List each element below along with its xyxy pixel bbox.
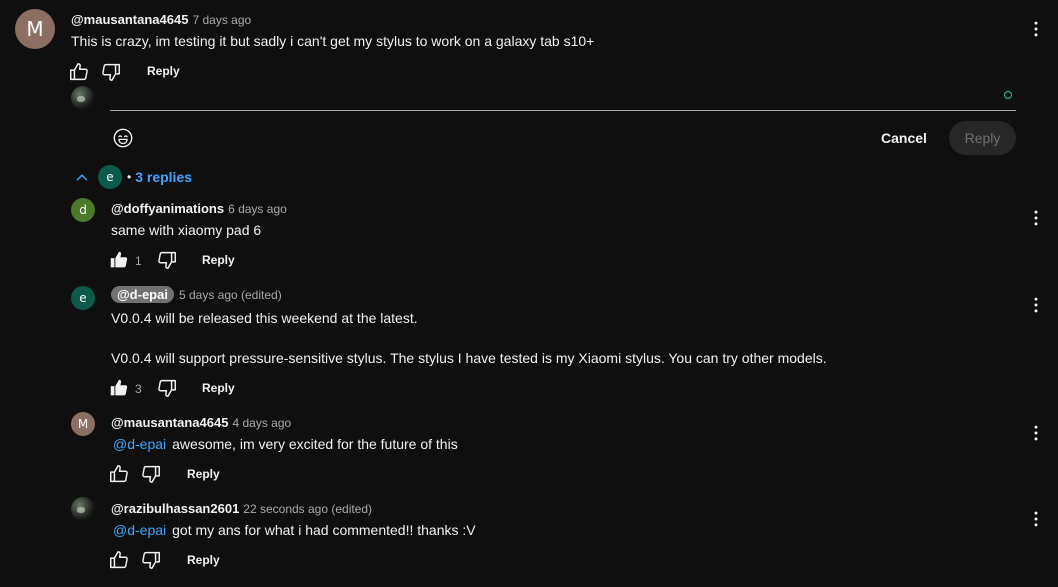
cancel-button[interactable]: Cancel	[867, 121, 941, 155]
submit-reply-button[interactable]: Reply	[949, 121, 1016, 155]
bullet: •	[127, 170, 132, 184]
comment-time[interactable]: 4 days ago	[232, 416, 291, 430]
like-button[interactable]	[107, 248, 131, 272]
comment-text-line: V0.0.4 will be released this weekend at …	[111, 310, 418, 326]
comment-header: @d-epai 5 days ago (edited)	[111, 286, 282, 304]
thumbs-down-icon	[100, 61, 122, 83]
thumbs-down-icon	[140, 549, 162, 571]
comment-time[interactable]: 7 days ago	[192, 13, 251, 27]
comment-time[interactable]: 5 days ago (edited)	[179, 288, 282, 302]
comment-header: @mausantana4645 4 days ago	[111, 414, 291, 432]
like-button[interactable]	[107, 462, 131, 486]
reply-button[interactable]: Reply	[187, 467, 220, 481]
creator-handle-badge[interactable]: @d-epai	[111, 286, 174, 303]
thumbs-up-icon	[108, 249, 130, 271]
comment-menu-button[interactable]	[1024, 421, 1048, 445]
replies-count-label[interactable]: 3 replies	[135, 169, 192, 185]
like-count: 3	[135, 382, 142, 396]
input-status-dot	[1004, 91, 1012, 99]
like-button[interactable]	[67, 60, 91, 84]
avatar[interactable]	[71, 497, 95, 521]
comment-time[interactable]: 22 seconds ago (edited)	[243, 502, 372, 516]
emoji-icon	[113, 128, 133, 148]
avatar[interactable]: M	[15, 9, 55, 49]
dislike-button[interactable]	[155, 376, 179, 400]
emoji-button[interactable]	[111, 126, 135, 150]
thumbs-down-icon	[156, 249, 178, 271]
thumbs-up-icon	[108, 549, 130, 571]
kebab-menu-icon	[1026, 19, 1046, 39]
comment-header: @doffyanimations 6 days ago	[111, 200, 287, 218]
comment-menu-button[interactable]	[1024, 206, 1048, 230]
current-user-avatar	[71, 86, 95, 110]
comment-menu-button[interactable]	[1024, 507, 1048, 531]
dislike-button[interactable]	[99, 60, 123, 84]
like-count: 1	[135, 254, 142, 268]
reply-input[interactable]	[110, 86, 1016, 111]
mention-link[interactable]: @d-epai	[113, 436, 166, 452]
thumbs-down-icon	[156, 377, 178, 399]
reply-button[interactable]: Reply	[202, 381, 235, 395]
reply-button[interactable]: Reply	[202, 253, 235, 267]
author-handle[interactable]: @razibulhassan2601	[111, 501, 239, 516]
comment-body: awesome, im very excited for the future …	[172, 436, 458, 452]
comment-menu-button[interactable]	[1024, 17, 1048, 41]
creator-avatar: e	[98, 165, 122, 189]
dislike-button[interactable]	[155, 248, 179, 272]
reply-button[interactable]: Reply	[187, 553, 220, 567]
comment-text-line: V0.0.4 will support pressure-sensitive s…	[111, 350, 827, 366]
kebab-menu-icon	[1026, 295, 1046, 315]
author-handle[interactable]: @mausantana4645	[111, 415, 228, 430]
like-button[interactable]	[107, 548, 131, 572]
thumbs-up-icon	[108, 463, 130, 485]
comment-text: @d-epai got my ans for what i had comment…	[113, 522, 476, 538]
comment-header: @mausantana4645 7 days ago	[71, 11, 251, 29]
dislike-button[interactable]	[139, 462, 163, 486]
replies-toggle[interactable]: e • 3 replies	[70, 165, 192, 189]
chevron-up-icon	[76, 174, 88, 181]
thumbs-up-icon	[68, 61, 90, 83]
thumbs-down-icon	[140, 463, 162, 485]
reply-button[interactable]: Reply	[147, 64, 180, 78]
comment-text: same with xiaomy pad 6	[111, 222, 262, 238]
comment-header: @razibulhassan2601 22 seconds ago (edited…	[111, 500, 372, 518]
comment-time[interactable]: 6 days ago	[228, 202, 287, 216]
author-handle[interactable]: @mausantana4645	[71, 12, 188, 27]
like-button[interactable]	[107, 376, 131, 400]
avatar[interactable]: M	[71, 412, 95, 436]
author-handle[interactable]: @doffyanimations	[111, 201, 224, 216]
comment-menu-button[interactable]	[1024, 293, 1048, 317]
comment-body: got my ans for what i had commented!! th…	[172, 522, 476, 538]
mention-link[interactable]: @d-epai	[113, 522, 166, 538]
thumbs-up-icon	[108, 377, 130, 399]
kebab-menu-icon	[1026, 423, 1046, 443]
kebab-menu-icon	[1026, 208, 1046, 228]
kebab-menu-icon	[1026, 509, 1046, 529]
avatar[interactable]: e	[71, 286, 95, 310]
dislike-button[interactable]	[139, 548, 163, 572]
comment-text: @d-epai awesome, im very excited for the …	[113, 436, 458, 452]
comment-text: This is crazy, im testing it but sadly i…	[71, 33, 595, 49]
avatar[interactable]: d	[71, 198, 95, 222]
